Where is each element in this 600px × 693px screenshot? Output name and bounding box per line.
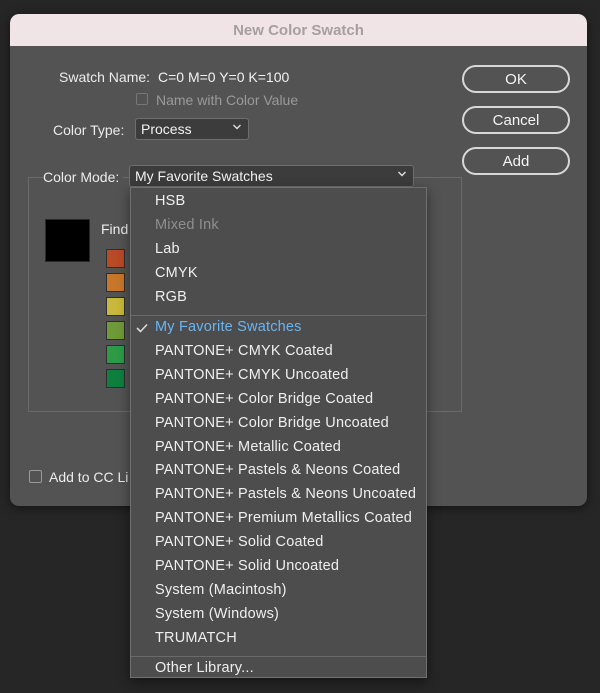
dialog-title: New Color Swatch [10, 14, 587, 46]
add-to-cc-library-checkbox[interactable] [29, 470, 42, 483]
menu-item[interactable]: PANTONE+ Metallic Coated [155, 439, 341, 455]
color-preview-swatch [45, 219, 90, 262]
menu-item[interactable]: PANTONE+ Color Bridge Uncoated [155, 415, 389, 431]
color-mode-select[interactable]: My Favorite Swatches [129, 165, 414, 187]
menu-item[interactable]: PANTONE+ Solid Uncoated [155, 558, 339, 574]
color-mode-dropdown-menu: HSB Mixed Ink Lab CMYK RGB My Favorite Swatch… [130, 187, 427, 678]
swatch-chip[interactable] [106, 321, 125, 340]
menu-item[interactable]: System (Macintosh) [155, 582, 287, 598]
add-button[interactable]: Add [462, 147, 570, 175]
menu-separator [131, 655, 426, 657]
name-with-color-value-checkbox[interactable] [136, 93, 148, 105]
swatch-chip[interactable] [106, 369, 125, 388]
menu-item[interactable]: PANTONE+ CMYK Coated [155, 343, 333, 359]
cancel-button[interactable]: Cancel [462, 106, 570, 134]
swatch-chip[interactable] [106, 249, 125, 268]
menu-item[interactable]: Lab [155, 241, 180, 257]
ok-button[interactable]: OK [462, 65, 570, 93]
color-mode-value: My Favorite Swatches [135, 168, 273, 184]
swatch-chip[interactable] [106, 297, 125, 316]
find-label: Find [101, 221, 129, 237]
name-with-color-value-label: Name with Color Value [156, 92, 299, 108]
menu-item[interactable]: PANTONE+ CMYK Uncoated [155, 367, 349, 383]
chevron-down-icon [233, 124, 241, 130]
chevron-down-icon [398, 171, 406, 177]
menu-item[interactable]: RGB [155, 289, 187, 305]
menu-item[interactable]: PANTONE+ Solid Coated [155, 534, 323, 550]
menu-item[interactable]: HSB [155, 193, 185, 209]
menu-item[interactable]: CMYK [155, 265, 198, 281]
menu-item[interactable]: TRUMATCH [155, 630, 237, 646]
checkmark-icon [136, 323, 148, 333]
menu-item: Mixed Ink [155, 217, 219, 233]
menu-item[interactable]: PANTONE+ Pastels & Neons Uncoated [155, 486, 416, 502]
add-to-cc-library-label: Add to CC Li [49, 469, 129, 485]
menu-item[interactable]: PANTONE+ Premium Metallics Coated [155, 510, 412, 526]
color-type-value: Process [141, 121, 192, 137]
menu-item[interactable]: My Favorite Swatches [155, 319, 302, 335]
menu-item[interactable]: PANTONE+ Pastels & Neons Coated [155, 462, 400, 478]
swatch-chip[interactable] [106, 273, 125, 292]
swatch-name-field[interactable]: C=0 M=0 Y=0 K=100 [158, 69, 289, 85]
color-type-label: Color Type: [53, 122, 125, 138]
menu-item[interactable]: System (Windows) [155, 606, 279, 622]
swatch-name-label: Swatch Name: [59, 69, 151, 85]
color-type-select[interactable]: Process [135, 118, 249, 140]
color-mode-label: Color Mode: [43, 169, 124, 185]
menu-item[interactable]: PANTONE+ Color Bridge Coated [155, 391, 373, 407]
swatch-chip[interactable] [106, 345, 125, 364]
menu-separator [131, 315, 426, 316]
menu-item[interactable]: Other Library... [155, 660, 254, 676]
